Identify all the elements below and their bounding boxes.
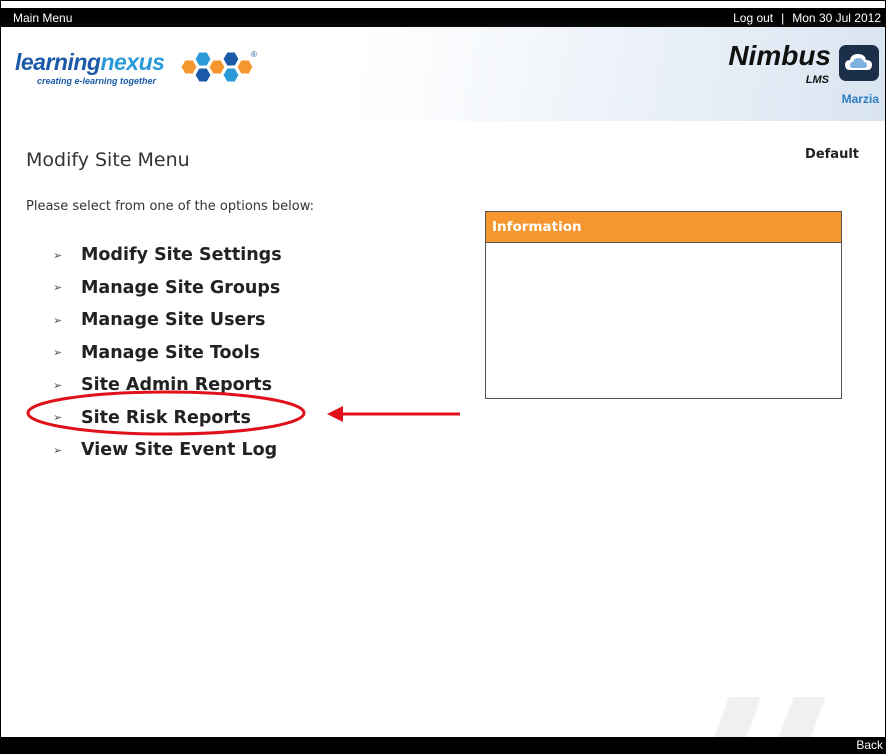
menu-item-label[interactable]: Manage Site Groups — [81, 278, 280, 298]
topbar-separator: | — [781, 11, 785, 25]
nimbus-subtitle: LMS — [805, 74, 829, 86]
menu-item-label[interactable]: Modify Site Settings — [81, 245, 282, 265]
menu-item-label[interactable]: Site Risk Reports — [81, 408, 251, 428]
decorative-stripes — [685, 697, 885, 737]
logout-link[interactable]: Log out — [733, 11, 773, 25]
arrow-bullet-icon: ➢ — [53, 443, 63, 457]
menu-item-manage-site-groups[interactable]: ➢ Manage Site Groups — [53, 272, 282, 305]
page-title: Modify Site Menu — [26, 149, 190, 171]
menu-item-manage-site-users[interactable]: ➢ Manage Site Users — [53, 304, 282, 337]
learningnexus-logo[interactable]: learningnexus creating e-learning togeth… — [15, 49, 257, 93]
hexagon-cluster-icon: ® — [180, 50, 257, 83]
arrow-bullet-icon: ➢ — [53, 281, 63, 295]
nimbus-lms-logo: Nimbus LMS Marzia — [699, 40, 879, 106]
site-name-label: Default — [805, 147, 859, 162]
logo-wordmark: learningnexus — [15, 49, 165, 75]
arrow-bullet-icon: ➢ — [53, 248, 63, 262]
arrow-bullet-icon: ➢ — [53, 378, 63, 392]
arrow-bullet-icon: ➢ — [53, 346, 63, 360]
logo-tagline: creating e-learning together — [37, 76, 157, 86]
menu-item-modify-site-settings[interactable]: ➢ Modify Site Settings — [53, 239, 282, 272]
menu-item-label[interactable]: Manage Site Users — [81, 310, 265, 330]
header: learningnexus creating e-learning togeth… — [1, 27, 885, 121]
cloud-icon — [839, 45, 879, 81]
bottom-bar: Back — [1, 697, 885, 753]
menu-item-label[interactable]: View Site Event Log — [81, 440, 277, 460]
annotation-arrow-head-icon — [327, 406, 343, 422]
app-window: Main Menu Log out | Mon 30 Jul 2012 learni… — [0, 0, 886, 754]
menu-item-manage-site-tools[interactable]: ➢ Manage Site Tools — [53, 337, 282, 370]
arrow-bullet-icon: ➢ — [53, 411, 63, 425]
current-user[interactable]: Marzia — [842, 92, 879, 106]
main-menu-link[interactable]: Main Menu — [13, 11, 72, 25]
site-menu-list: ➢ Modify Site Settings ➢ Manage Site Gro… — [53, 239, 282, 467]
back-button[interactable]: Back — [856, 737, 883, 753]
menu-item-site-risk-reports[interactable]: ➢ Site Risk Reports — [53, 402, 282, 435]
menu-item-label[interactable]: Manage Site Tools — [81, 343, 260, 363]
instructions-text: Please select from one of the options be… — [26, 199, 315, 214]
top-bar: Main Menu Log out | Mon 30 Jul 2012 — [1, 1, 885, 27]
registered-mark: ® — [251, 50, 257, 59]
topbar-right: Log out | Mon 30 Jul 2012 — [733, 11, 881, 25]
nimbus-title: Nimbus — [728, 40, 831, 71]
current-date: Mon 30 Jul 2012 — [792, 11, 881, 25]
menu-item-label[interactable]: Site Admin Reports — [81, 375, 272, 395]
arrow-bullet-icon: ➢ — [53, 313, 63, 327]
menu-item-site-admin-reports[interactable]: ➢ Site Admin Reports — [53, 369, 282, 402]
information-panel: Information — [485, 211, 842, 399]
menu-item-view-site-event-log[interactable]: ➢ View Site Event Log — [53, 434, 282, 467]
information-panel-heading: Information — [486, 212, 841, 243]
